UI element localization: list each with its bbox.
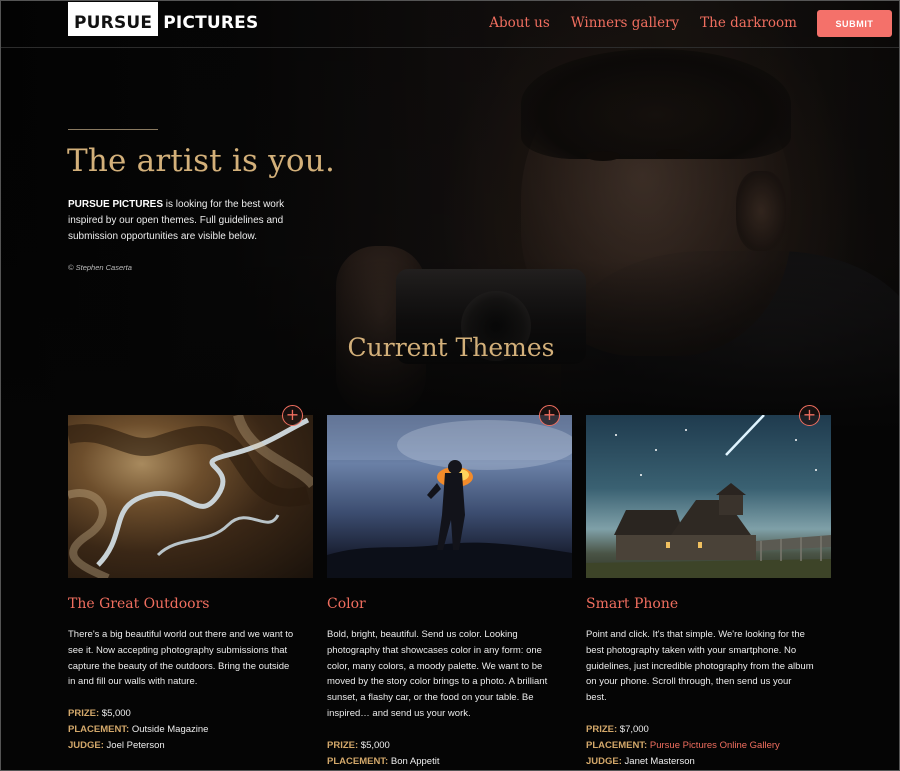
add-theme-plus-icon[interactable]: + bbox=[282, 405, 303, 426]
theme-judge: JUDGE: Janet Masterson bbox=[586, 754, 826, 770]
prize-value: $5,000 bbox=[101, 708, 131, 719]
top-nav: PURSUE PICTURES About us Winners gallery… bbox=[1, 1, 899, 48]
theme-title[interactable]: The Great Outdoors bbox=[68, 596, 210, 612]
nav-link-winners-gallery[interactable]: Winners gallery bbox=[571, 15, 679, 31]
nav-links: About us Winners gallery The darkroom bbox=[489, 15, 797, 31]
add-theme-plus-icon[interactable]: + bbox=[539, 405, 560, 426]
theme-placement: PLACEMENT: Bon Appetit bbox=[327, 754, 567, 770]
add-theme-plus-icon[interactable]: + bbox=[799, 405, 820, 426]
judge-value: Joel Peterson bbox=[106, 740, 165, 751]
hero-title: The artist is you. bbox=[67, 143, 336, 179]
theme-prize: PRIZE: $7,000 bbox=[586, 722, 826, 738]
prize-label: PRIZE: bbox=[68, 708, 100, 719]
nav-link-about[interactable]: About us bbox=[489, 15, 550, 31]
brand-logo[interactable]: PURSUE PICTURES bbox=[68, 2, 258, 36]
judge-label: JUDGE: bbox=[68, 740, 104, 751]
placement-label: PLACEMENT: bbox=[327, 756, 389, 767]
section-title-current-themes: Current Themes bbox=[347, 333, 555, 362]
theme-meta: PRIZE: $5,000 PLACEMENT: Outside Magazin… bbox=[68, 706, 308, 754]
submit-button[interactable]: SUBMIT bbox=[817, 10, 892, 37]
hero-description: PURSUE PICTURES is looking for the best … bbox=[68, 197, 318, 245]
theme-image-aerial-roads[interactable] bbox=[68, 415, 313, 578]
theme-description: There's a big beautiful world out there … bbox=[68, 629, 294, 688]
placement-value-link[interactable]: Pursue Pictures Online Gallery bbox=[650, 740, 780, 751]
placement-value: Outside Magazine bbox=[131, 724, 209, 735]
hero-divider bbox=[68, 129, 158, 130]
hero-brand-name: PURSUE PICTURES bbox=[68, 199, 164, 210]
photo-credit: © Stephen Caserta bbox=[68, 263, 132, 272]
placement-value: Bon Appetit bbox=[390, 756, 440, 767]
theme-meta: PRIZE: $7,000 PLACEMENT: Pursue Pictures… bbox=[586, 722, 826, 770]
theme-placement: PLACEMENT: Pursue Pictures Online Galler… bbox=[586, 738, 826, 754]
theme-description: Bold, bright, beautiful. Send us color. … bbox=[327, 629, 548, 719]
theme-prize: PRIZE: $5,000 bbox=[68, 706, 308, 722]
placement-label: PLACEMENT: bbox=[68, 724, 130, 735]
theme-placement: PLACEMENT: Outside Magazine bbox=[68, 722, 308, 738]
aerial-road-illustration bbox=[68, 415, 313, 578]
theme-image-night-church[interactable] bbox=[586, 415, 831, 578]
theme-meta: PRIZE: $5,000 PLACEMENT: Bon Appetit bbox=[327, 738, 567, 770]
nav-link-darkroom[interactable]: The darkroom bbox=[700, 15, 797, 31]
page: PURSUE PICTURES About us Winners gallery… bbox=[0, 0, 900, 771]
theme-description: Point and click. It's that simple. We're… bbox=[586, 629, 814, 704]
flare-illustration bbox=[327, 415, 572, 578]
theme-image-flare[interactable] bbox=[327, 415, 572, 578]
prize-value: $5,000 bbox=[360, 740, 390, 751]
brand-logo-part2: PICTURES bbox=[163, 13, 259, 33]
placement-label: PLACEMENT: bbox=[586, 740, 648, 751]
theme-prize: PRIZE: $5,000 bbox=[327, 738, 567, 754]
theme-judge: JUDGE: Joel Peterson bbox=[68, 738, 308, 754]
prize-label: PRIZE: bbox=[586, 724, 618, 735]
theme-title[interactable]: Color bbox=[327, 596, 366, 612]
prize-label: PRIZE: bbox=[327, 740, 359, 751]
prize-value: $7,000 bbox=[619, 724, 649, 735]
theme-title[interactable]: Smart Phone bbox=[586, 596, 678, 612]
judge-label: JUDGE: bbox=[586, 756, 622, 767]
brand-logo-part1: PURSUE bbox=[68, 2, 159, 36]
night-church-illustration bbox=[586, 415, 831, 578]
judge-value: Janet Masterson bbox=[624, 756, 695, 767]
